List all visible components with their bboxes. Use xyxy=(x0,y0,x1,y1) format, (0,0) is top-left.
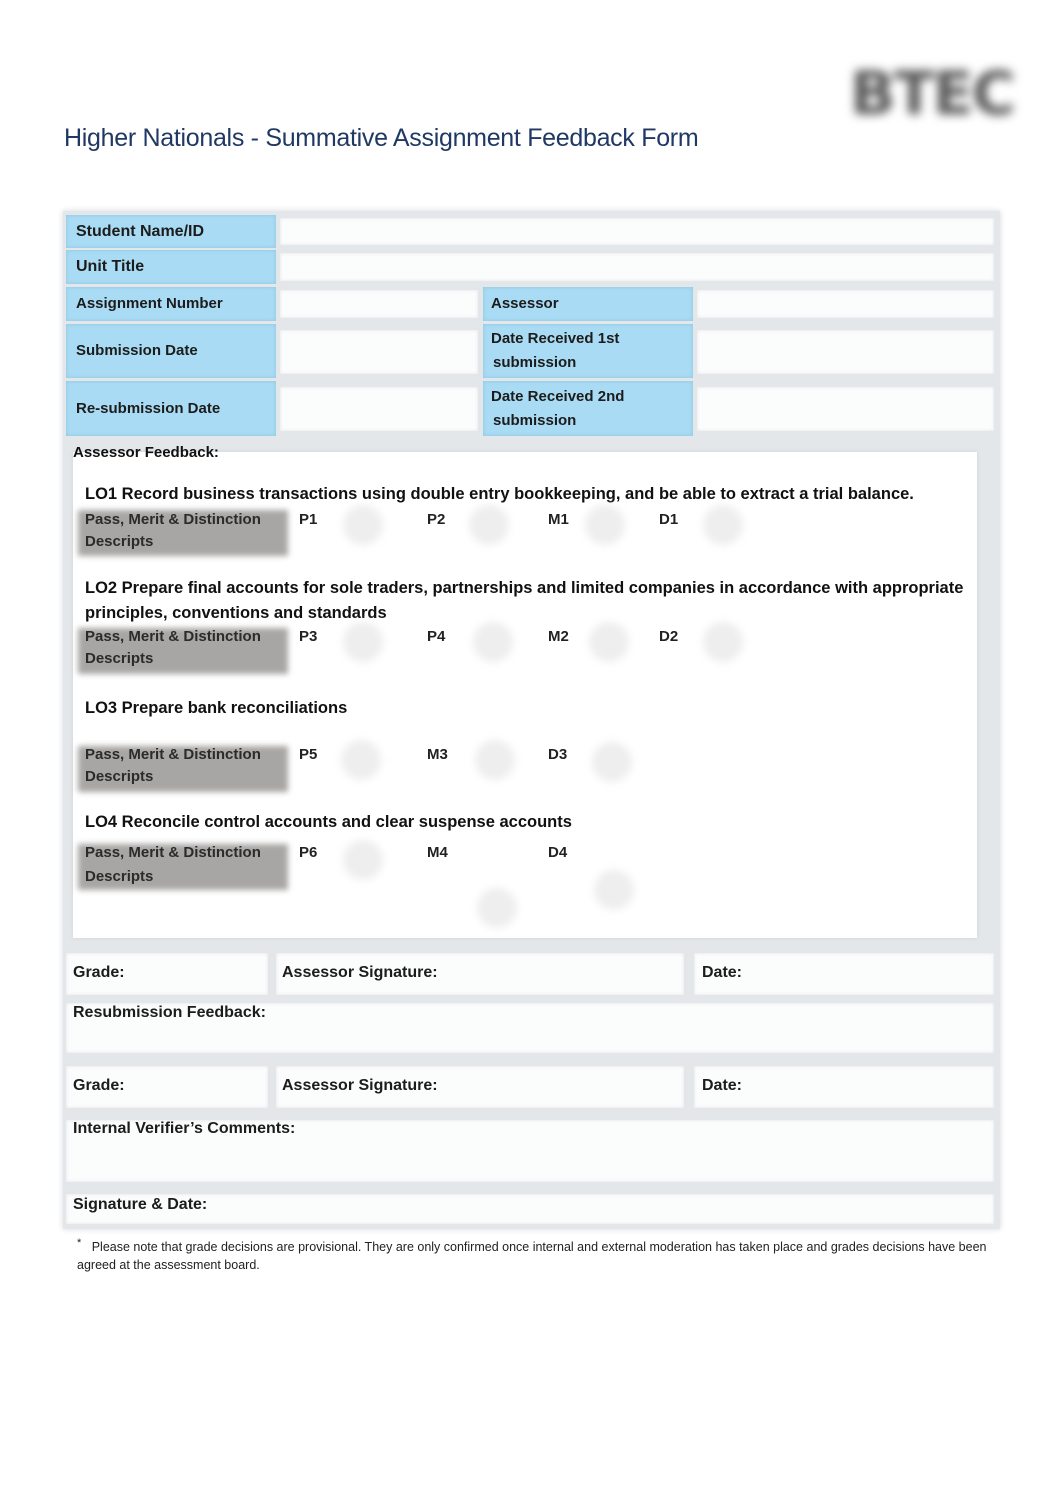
submission-date-field[interactable] xyxy=(280,330,478,374)
grade-label-1: Grade: xyxy=(73,964,125,981)
lo1-title: LO1 Record business transactions using d… xyxy=(85,485,914,503)
date-received-2-label: Date Received 2nd submission xyxy=(483,381,693,436)
criterion-m3: M3 xyxy=(427,746,448,763)
descripts-line1: Pass, Merit & Distinction xyxy=(85,511,261,528)
lo2-descripts-label: Pass, Merit & Distinction Descripts xyxy=(85,626,265,670)
descripts-line2: Descripts xyxy=(85,650,154,667)
date-received-2-field[interactable] xyxy=(697,387,994,431)
footnote-marker: * xyxy=(77,1237,82,1249)
criterion-m2: M2 xyxy=(548,628,569,645)
student-name-field[interactable] xyxy=(280,218,994,245)
criterion-m1: M1 xyxy=(548,511,569,528)
submission-date-label-text: Submission Date xyxy=(76,342,198,359)
assessor-field[interactable] xyxy=(697,290,994,318)
unit-title-label-text: Unit Title xyxy=(76,258,145,275)
submission-date-label: Submission Date xyxy=(66,324,276,378)
m2-checkbox[interactable] xyxy=(589,622,629,662)
lo1-descripts-label: Pass, Merit & Distinction Descripts xyxy=(85,509,265,553)
m4-checkbox[interactable] xyxy=(477,888,517,928)
student-name-label-text: Student Name/ID xyxy=(76,222,205,240)
d1-checkbox[interactable] xyxy=(703,505,743,545)
descripts-line2: Descripts xyxy=(85,768,154,785)
criterion-p6: P6 xyxy=(299,844,318,861)
p1-checkbox[interactable] xyxy=(343,505,383,545)
assignment-number-label: Assignment Number xyxy=(66,287,276,321)
resubmission-date-field[interactable] xyxy=(280,387,478,431)
footnote-text: Please note that grade decisions are pro… xyxy=(77,1240,987,1273)
d4-checkbox[interactable] xyxy=(594,870,634,910)
assessor-label-text: Assessor xyxy=(491,295,559,312)
p3-checkbox[interactable] xyxy=(343,622,383,662)
assignment-number-label-text: Assignment Number xyxy=(76,295,223,312)
signature-date-label: Signature & Date: xyxy=(73,1196,208,1213)
lo3-descripts-label: Pass, Merit & Distinction Descripts xyxy=(85,744,265,788)
criterion-p3: P3 xyxy=(299,628,318,645)
date-received-2-label-line1: Date Received 2nd xyxy=(491,387,625,405)
descripts-line1: Pass, Merit & Distinction xyxy=(85,628,261,645)
resubmission-date-label-text: Re-submission Date xyxy=(76,399,221,417)
footnote: * Please note that grade decisions are p… xyxy=(77,1234,1002,1274)
assessor-signature-label-2: Assessor Signature: xyxy=(282,1077,438,1094)
date-label-2: Date: xyxy=(702,1077,743,1094)
lo4-descripts-label: Pass, Merit & Distinction Descripts xyxy=(85,842,265,888)
student-name-label: Student Name/ID xyxy=(66,215,276,248)
p2-checkbox[interactable] xyxy=(469,505,509,545)
internal-verifier-comments-label: Internal Verifier’s Comments: xyxy=(73,1120,296,1137)
p5-checkbox[interactable] xyxy=(341,740,381,780)
btec-logo: BTEC xyxy=(850,59,1016,129)
criterion-p1: P1 xyxy=(299,511,318,528)
descripts-line2: Descripts xyxy=(85,533,154,550)
unit-title-field[interactable] xyxy=(280,253,994,281)
assignment-number-field[interactable] xyxy=(280,290,478,318)
d3-checkbox[interactable] xyxy=(592,742,632,782)
date-received-1-field[interactable] xyxy=(697,330,994,374)
date-received-1-label-line2: submission xyxy=(493,354,577,371)
criterion-m4: M4 xyxy=(427,844,448,861)
criterion-d3: D3 xyxy=(548,746,568,763)
criterion-d1: D1 xyxy=(659,511,679,528)
descripts-line1: Pass, Merit & Distinction xyxy=(85,844,261,861)
criterion-p5: P5 xyxy=(299,746,318,763)
criterion-d2: D2 xyxy=(659,628,679,645)
p4-checkbox[interactable] xyxy=(473,622,513,662)
d2-checkbox[interactable] xyxy=(703,622,743,662)
grade-label-2: Grade: xyxy=(73,1077,125,1094)
assessor-label: Assessor xyxy=(483,287,693,321)
m3-checkbox[interactable] xyxy=(475,740,515,780)
criterion-p2: P2 xyxy=(427,511,446,528)
unit-title-label: Unit Title xyxy=(66,250,276,284)
date-received-1-label-line1: Date Received 1st xyxy=(491,330,620,347)
resubmission-date-label: Re-submission Date xyxy=(66,381,276,436)
criterion-p4: P4 xyxy=(427,628,446,645)
date-label-1: Date: xyxy=(702,964,743,981)
m1-checkbox[interactable] xyxy=(585,505,625,545)
p6-checkbox[interactable] xyxy=(343,840,383,880)
assessor-feedback-label: Assessor Feedback: xyxy=(73,444,219,461)
date-received-1-label: Date Received 1st submission xyxy=(483,324,693,378)
page-title: Higher Nationals - Summative Assignment … xyxy=(64,124,699,152)
criterion-d4: D4 xyxy=(548,844,568,861)
date-received-2-label-line2: submission xyxy=(493,411,577,429)
resubmission-feedback-label: Resubmission Feedback: xyxy=(73,1004,266,1021)
assessor-signature-label-1: Assessor Signature: xyxy=(282,964,438,981)
descripts-line2: Descripts xyxy=(85,868,154,885)
lo4-title: LO4 Reconcile control accounts and clear… xyxy=(85,813,572,831)
lo3-title: LO3 Prepare bank reconciliations xyxy=(85,699,348,717)
descripts-line1: Pass, Merit & Distinction xyxy=(85,746,261,763)
lo2-title: LO2 Prepare final accounts for sole trad… xyxy=(85,579,964,622)
